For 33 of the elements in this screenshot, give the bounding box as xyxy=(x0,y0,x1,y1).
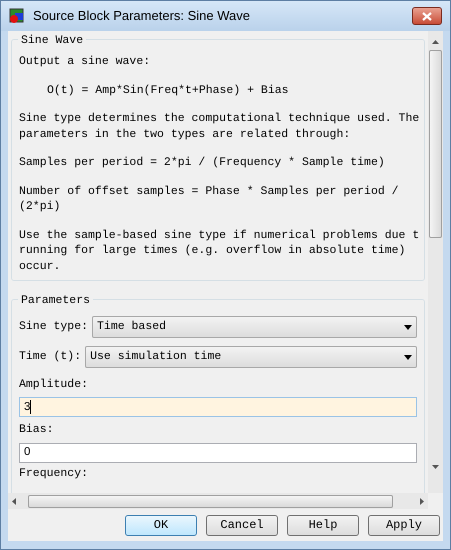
app-icon xyxy=(9,8,25,24)
scroll-thumb[interactable] xyxy=(28,494,393,508)
formula-text: O(t) = Amp*Sin(Freq*t+Phase) + Bias xyxy=(46,82,290,98)
field-label: Frequency: xyxy=(19,466,90,480)
scroll-up-icon xyxy=(432,40,439,44)
scroll-thumb[interactable] xyxy=(429,50,442,238)
dropdown[interactable]: Use simulation time xyxy=(85,346,417,368)
input-field[interactable]: 0 xyxy=(19,442,417,462)
description-text: Use the sample-based sine type if numerical problems due t running for large times (e.g. overflow in absolute time) occur. xyxy=(19,228,417,274)
field-label: Bias: xyxy=(19,422,55,438)
description-text: Sine type determines the computational technique used. The parameters in the two types are related through: xyxy=(19,111,417,142)
scroll-down-icon xyxy=(432,465,439,469)
dropdown[interactable]: Time based xyxy=(92,316,417,338)
dialog-button[interactable]: OK xyxy=(125,514,197,536)
caret-icon xyxy=(404,324,412,330)
field-label: Amplitude: xyxy=(19,377,90,393)
caret-icon xyxy=(404,354,412,360)
field-label: Time (t): xyxy=(19,349,82,366)
close-icon xyxy=(422,12,432,20)
vertical-scrollbar[interactable] xyxy=(428,31,443,493)
dialog-button[interactable]: Cancel xyxy=(206,514,278,536)
scroll-right-icon xyxy=(420,498,424,504)
description-text: Number of offset samples = Phase * Samples per period / (2*pi) xyxy=(19,184,400,214)
dialog-button[interactable]: Apply xyxy=(368,514,440,536)
input-field[interactable]: 3 xyxy=(19,397,417,418)
horizontal-scrollbar[interactable] xyxy=(8,493,428,509)
close-button[interactable] xyxy=(412,7,442,25)
scroll-left-icon xyxy=(12,498,16,504)
dialog-button[interactable]: Help xyxy=(287,514,359,536)
description-text: Samples per period = 2*pi / (Frequency * Sample time) xyxy=(19,155,386,170)
field-label: Sine type: xyxy=(19,319,88,336)
description-text: Output a sine wave: xyxy=(19,54,152,70)
window-title: Source Block Parameters: Sine Wave xyxy=(33,7,251,26)
